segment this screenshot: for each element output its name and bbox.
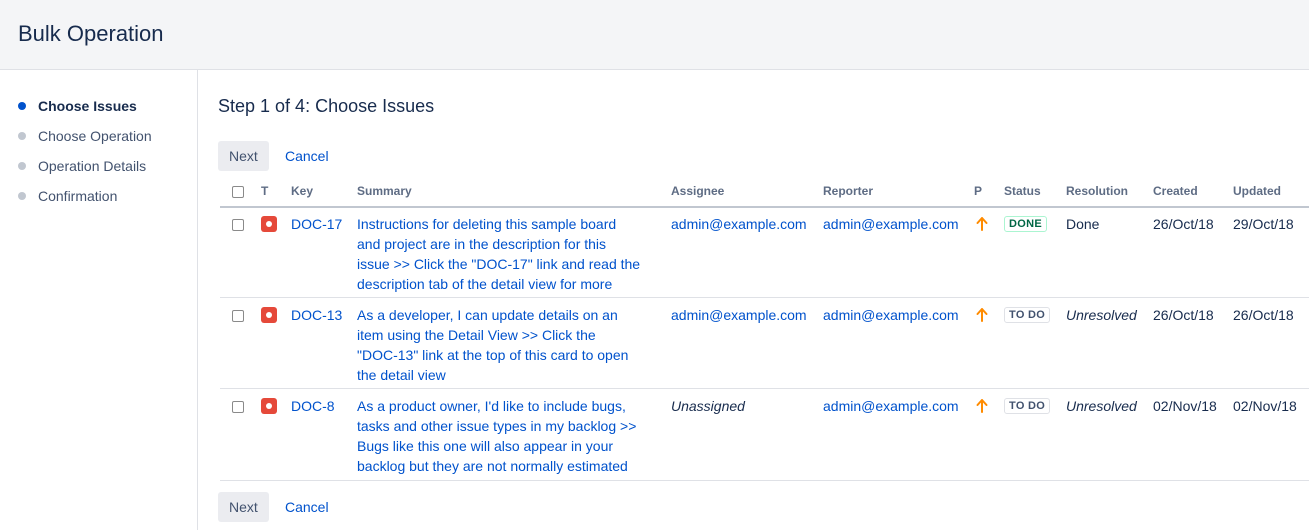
- next-button-top[interactable]: Next: [218, 141, 269, 171]
- step-operation-details[interactable]: Operation Details: [18, 156, 146, 176]
- status-badge: DONE: [1004, 216, 1047, 232]
- reporter-link[interactable]: admin@example.com: [823, 214, 959, 234]
- created-date: 26/Oct/18: [1153, 307, 1214, 323]
- step-label: Confirmation: [38, 188, 118, 204]
- select-all-checkbox[interactable]: [232, 186, 244, 198]
- row-checkbox[interactable]: [232, 401, 244, 413]
- summary-line: As a developer, I can update details on …: [357, 307, 618, 323]
- bug-icon: [261, 398, 277, 414]
- summary-line: backlog but they are not normally estima…: [357, 458, 628, 474]
- step-choose-operation[interactable]: Choose Operation: [18, 126, 152, 146]
- issue-key-link[interactable]: DOC-13: [291, 305, 342, 325]
- summary-line: the detail view: [357, 367, 446, 383]
- column-header-reporter[interactable]: Reporter: [823, 184, 873, 198]
- resolution-text: Unresolved: [1066, 398, 1137, 414]
- row-divider: [220, 297, 1309, 298]
- row-checkbox[interactable]: [232, 219, 244, 231]
- step-indicator-icon: [18, 162, 26, 170]
- issue-summary-link[interactable]: As a product owner, I'd like to include …: [357, 396, 657, 476]
- issue-key-link[interactable]: DOC-17: [291, 214, 342, 234]
- step-indicator-icon: [18, 132, 26, 140]
- column-header-created[interactable]: Created: [1153, 184, 1198, 198]
- priority-high-arrow-icon: [976, 217, 988, 231]
- assignee-text: Unassigned: [671, 398, 745, 414]
- updated-date: 26/Oct/18: [1233, 307, 1294, 323]
- assignee-link[interactable]: admin@example.com: [671, 214, 807, 234]
- column-header-updated[interactable]: Updated: [1233, 184, 1281, 198]
- cancel-link-top[interactable]: Cancel: [285, 141, 329, 171]
- summary-line: tasks and other issue types in my backlo…: [357, 418, 637, 434]
- column-header-priority[interactable]: P: [974, 184, 982, 198]
- summary-line: Instructions for deleting this sample bo…: [357, 216, 617, 232]
- cancel-link-bottom[interactable]: Cancel: [285, 492, 329, 522]
- column-header-status[interactable]: Status: [1004, 184, 1041, 198]
- bug-icon: [261, 307, 277, 323]
- column-header-summary[interactable]: Summary: [357, 184, 412, 198]
- reporter-link[interactable]: admin@example.com: [823, 305, 959, 325]
- created-date: 02/Nov/18: [1153, 398, 1217, 414]
- issue-summary-link[interactable]: Instructions for deleting this sample bo…: [357, 214, 657, 294]
- row-divider: [220, 480, 1309, 481]
- row-checkbox[interactable]: [232, 310, 244, 322]
- summary-line: As a product owner, I'd like to include …: [357, 398, 626, 414]
- step-label: Choose Issues: [38, 98, 137, 114]
- step-indicator-icon: [18, 102, 26, 110]
- summary-line: issue >> Click the "DOC-17" link and rea…: [357, 256, 641, 272]
- step-heading: Step 1 of 4: Choose Issues: [218, 96, 435, 116]
- bug-icon: [261, 216, 277, 232]
- main-content: Step 1 of 4: Choose Issues Next Cancel T…: [198, 70, 1309, 530]
- priority-high-arrow-icon: [976, 399, 988, 413]
- reporter-link[interactable]: admin@example.com: [823, 396, 959, 416]
- summary-line: description tab of the detail view for m…: [357, 276, 613, 292]
- summary-line: "DOC-13" link at the top of this card to…: [357, 347, 629, 363]
- updated-date: 29/Oct/18: [1233, 216, 1294, 232]
- next-button-bottom[interactable]: Next: [218, 492, 269, 522]
- summary-line: Bugs like this one will also appear in y…: [357, 438, 614, 454]
- page-title: Bulk Operation: [18, 21, 164, 46]
- step-label: Choose Operation: [38, 128, 152, 144]
- assignee-link[interactable]: admin@example.com: [671, 305, 807, 325]
- column-header-resolution[interactable]: Resolution: [1066, 184, 1128, 198]
- status-badge: TO DO: [1004, 307, 1051, 323]
- step-indicator-icon: [18, 192, 26, 200]
- column-header-assignee[interactable]: Assignee: [671, 184, 724, 198]
- summary-line: item using the Detail View >> Click the: [357, 327, 596, 343]
- issue-summary-link[interactable]: As a developer, I can update details on …: [357, 305, 657, 385]
- steps-sidebar: Choose Issues Choose Operation Operation…: [0, 70, 198, 530]
- step-choose-issues[interactable]: Choose Issues: [18, 96, 137, 116]
- page-header: Bulk Operation: [0, 0, 1309, 70]
- summary-line: and project are in the description for t…: [357, 236, 607, 252]
- created-date: 26/Oct/18: [1153, 216, 1214, 232]
- column-header-key[interactable]: Key: [291, 184, 313, 198]
- resolution-text: Unresolved: [1066, 307, 1137, 323]
- table-header-divider: [220, 206, 1309, 208]
- issue-key-link[interactable]: DOC-8: [291, 396, 335, 416]
- priority-high-arrow-icon: [976, 308, 988, 322]
- step-confirmation[interactable]: Confirmation: [18, 186, 117, 206]
- status-badge: TO DO: [1004, 398, 1051, 414]
- column-header-type[interactable]: T: [261, 184, 268, 198]
- resolution-text: Done: [1066, 216, 1100, 232]
- row-divider: [220, 388, 1309, 389]
- updated-date: 02/Nov/18: [1233, 398, 1297, 414]
- step-label: Operation Details: [38, 158, 147, 174]
